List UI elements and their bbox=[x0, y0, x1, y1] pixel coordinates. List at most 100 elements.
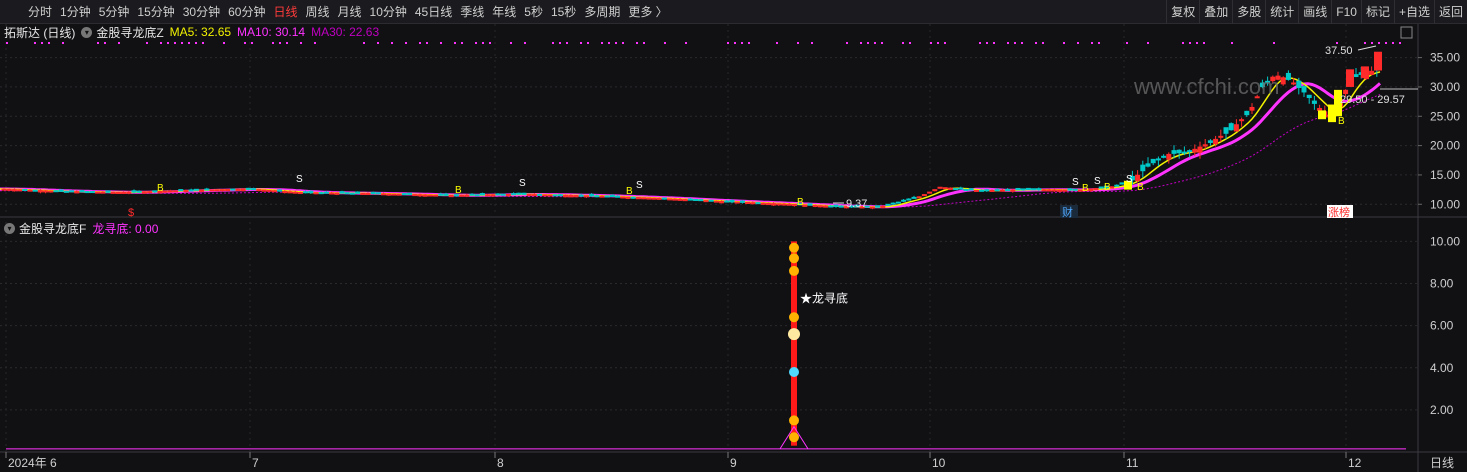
candle-body bbox=[578, 194, 584, 197]
collapse-icon[interactable]: ▾ bbox=[81, 26, 93, 38]
candle-body bbox=[901, 199, 907, 202]
candle-body bbox=[1155, 158, 1161, 161]
x-tick-label: 11 bbox=[1126, 456, 1139, 470]
signal-dot bbox=[510, 42, 512, 44]
candle-body bbox=[443, 193, 449, 196]
candle-body bbox=[568, 194, 574, 198]
collapse-icon[interactable]: ▾ bbox=[4, 222, 15, 234]
candle-body bbox=[355, 191, 361, 194]
candle-body bbox=[885, 203, 891, 206]
candle-body bbox=[890, 202, 896, 205]
candle-body bbox=[968, 188, 974, 191]
butterfly-icon bbox=[789, 415, 799, 426]
signal-dot bbox=[1007, 42, 1009, 44]
candle-body bbox=[412, 194, 418, 197]
candle-body bbox=[552, 194, 558, 197]
signal-dot bbox=[1378, 42, 1380, 44]
signal-dot bbox=[118, 42, 120, 44]
candle-body bbox=[641, 197, 647, 200]
candle-body bbox=[303, 191, 309, 194]
candle-body bbox=[1181, 151, 1187, 154]
candle-body bbox=[69, 190, 75, 193]
candle-body bbox=[360, 192, 366, 195]
signal-dot bbox=[1336, 42, 1338, 44]
signal-dot bbox=[1063, 42, 1065, 44]
candle-body bbox=[219, 189, 225, 192]
candle-body bbox=[287, 191, 293, 194]
signal-dot bbox=[566, 42, 568, 44]
signal-dot bbox=[1147, 42, 1149, 44]
candle-body bbox=[682, 199, 688, 202]
stock-title[interactable]: 拓斯达 (日线) bbox=[4, 24, 75, 41]
candle-body bbox=[1317, 107, 1323, 111]
indicator-name[interactable]: 金股寻龙底Z bbox=[96, 24, 163, 41]
candle-body bbox=[583, 195, 589, 198]
candle-body bbox=[942, 187, 948, 190]
candle-body bbox=[745, 201, 751, 204]
sub-panel-header: ▾ 金股寻龙底F 龙寻底: 0.00 bbox=[0, 220, 158, 236]
candle-body bbox=[521, 192, 527, 195]
candle-body bbox=[188, 189, 194, 192]
candle-body bbox=[1119, 182, 1125, 185]
candle-body bbox=[282, 190, 288, 194]
signal-dot bbox=[405, 42, 407, 44]
candle-body bbox=[781, 203, 787, 206]
candle-body bbox=[167, 190, 173, 193]
candle-body bbox=[375, 192, 381, 195]
candle-body bbox=[708, 199, 714, 202]
candle-body bbox=[485, 194, 491, 197]
candle-body bbox=[199, 189, 205, 192]
candle-body bbox=[89, 191, 95, 194]
candle-body bbox=[1249, 106, 1255, 111]
butterfly-icon bbox=[789, 253, 799, 264]
high-arrow bbox=[1357, 45, 1377, 51]
candle-body bbox=[557, 194, 563, 197]
signal-dot bbox=[160, 42, 162, 44]
high-price-label: 37.50 bbox=[1325, 45, 1353, 57]
candle-body bbox=[63, 190, 69, 193]
candle-body bbox=[609, 194, 615, 198]
sub-indicator-value: 龙寻底: 0.00 bbox=[92, 221, 159, 236]
candle-body bbox=[547, 194, 553, 197]
candle-body bbox=[895, 201, 901, 204]
signal-dot bbox=[797, 42, 799, 44]
candle-body bbox=[667, 198, 673, 201]
candle-body bbox=[235, 188, 241, 191]
candle-body bbox=[724, 200, 730, 203]
candle-body bbox=[417, 194, 423, 197]
butterfly-icon bbox=[789, 432, 799, 443]
candle-body bbox=[214, 189, 220, 192]
highlight-candle bbox=[1346, 69, 1354, 87]
dragon-signal-label: ★龙寻底 bbox=[800, 290, 848, 305]
candle-body bbox=[729, 199, 735, 203]
panel-layout-icon bbox=[1400, 26, 1413, 39]
candle-body bbox=[869, 206, 875, 209]
candle-body bbox=[573, 195, 579, 198]
chart-canvas[interactable]: 35.00 30.00 25.00 20.00 15.00 10.00 10.00 8.00 6… bbox=[0, 0, 1467, 472]
candle-body bbox=[1202, 144, 1208, 147]
candle-body bbox=[1280, 77, 1286, 85]
candle-body bbox=[635, 197, 641, 200]
candle-body bbox=[880, 205, 886, 208]
signal-dot bbox=[363, 42, 365, 44]
signal-dot bbox=[174, 42, 176, 44]
sub-indicator-name[interactable]: 金股寻龙底F bbox=[19, 220, 86, 237]
signal-dot bbox=[1231, 42, 1233, 44]
candle-body bbox=[906, 198, 912, 201]
signal-dot bbox=[1371, 42, 1373, 44]
candle-body bbox=[349, 192, 355, 195]
candle-body bbox=[1192, 148, 1198, 153]
butterfly-icon bbox=[789, 366, 799, 377]
candle-body bbox=[1041, 189, 1047, 192]
bs-marker: S bbox=[1094, 176, 1101, 187]
candle-body bbox=[687, 198, 693, 201]
signal-dot bbox=[664, 42, 666, 44]
signal-dot bbox=[272, 42, 274, 44]
signal-dot bbox=[1189, 42, 1191, 44]
candle-body bbox=[1025, 187, 1031, 191]
signal-dot bbox=[741, 42, 743, 44]
candle-body bbox=[1, 188, 7, 191]
candle-body bbox=[1145, 163, 1151, 167]
candle-body bbox=[1031, 188, 1037, 191]
candle-body bbox=[630, 196, 636, 199]
